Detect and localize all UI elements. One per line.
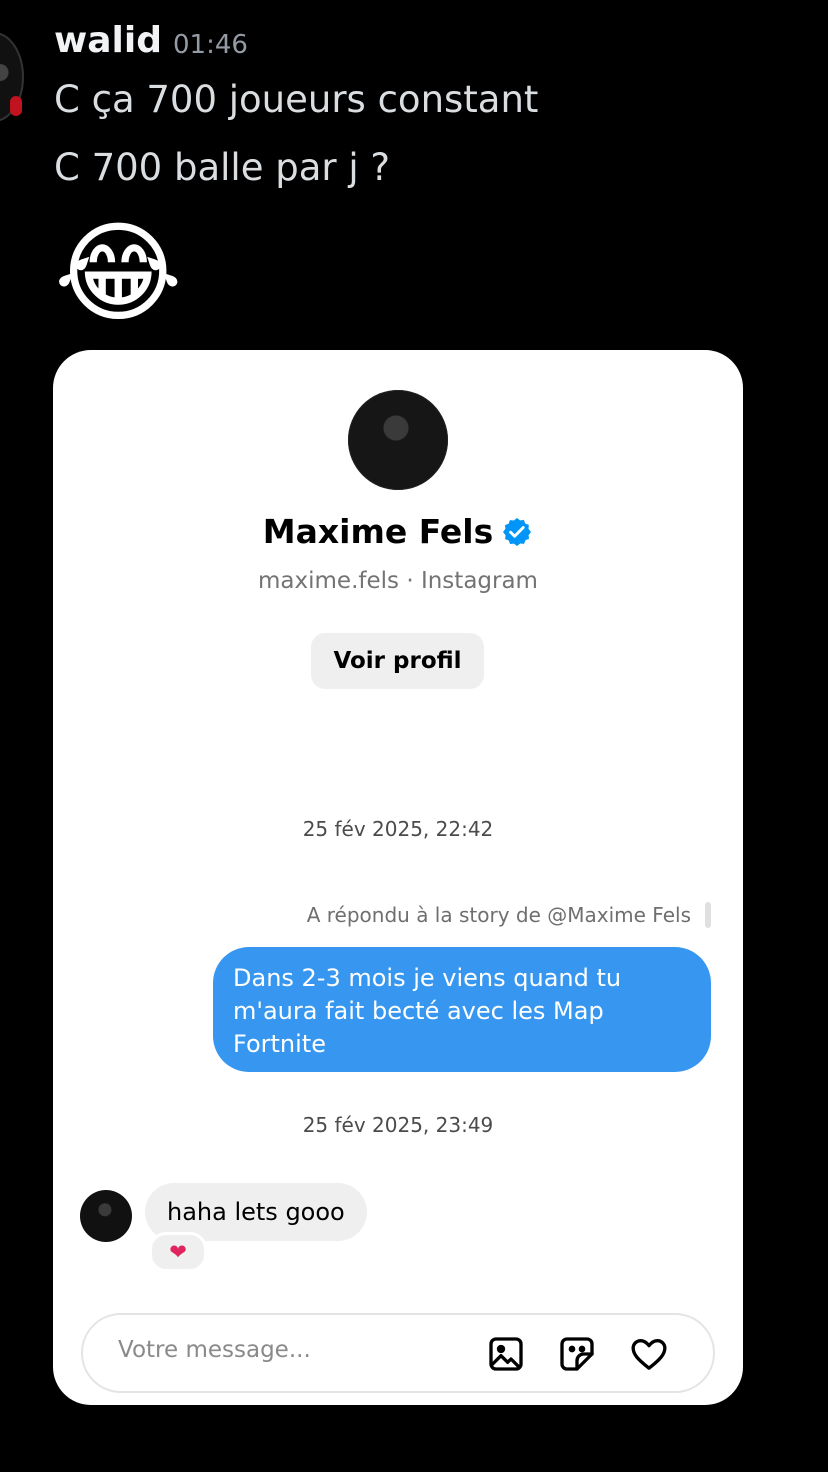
message-input[interactable]: Votre message... (81, 1313, 715, 1393)
message-line-2: C 700 balle par j ? (54, 146, 391, 189)
story-reply-bar (705, 902, 711, 928)
message-author[interactable]: walid (54, 20, 162, 61)
user-avatar[interactable] (0, 32, 24, 122)
sticker-icon[interactable] (557, 1334, 597, 1374)
profile-name-row: Maxime Fels (53, 512, 743, 551)
timestamp-2: 25 fév 2025, 23:49 (302, 1113, 494, 1137)
sent-message-bubble[interactable]: Dans 2-3 mois je viens quand tu m'aura f… (213, 947, 711, 1072)
laughing-emoji: 😂 (54, 209, 183, 337)
instagram-dm-screenshot[interactable]: Maxime Fels maxime.fels · Instagram Voir… (53, 350, 743, 1405)
heart-reaction-icon[interactable]: ❤ (149, 1232, 207, 1272)
sender-avatar (80, 1190, 132, 1242)
message-time: 01:46 (173, 30, 248, 60)
profile-handle: maxime.fels · Instagram (258, 568, 538, 594)
verified-badge-icon (501, 516, 533, 548)
message-line-1: C ça 700 joueurs constant (54, 78, 539, 121)
photo-icon[interactable] (486, 1334, 526, 1374)
view-profile-button[interactable]: Voir profil (311, 633, 484, 689)
profile-name: Maxime Fels (262, 512, 494, 551)
story-reply-label: A répondu à la story de @Maxime Fels (306, 903, 691, 927)
message-input-placeholder: Votre message... (118, 1337, 311, 1363)
timestamp-1: 25 fév 2025, 22:42 (302, 817, 494, 841)
heart-icon[interactable] (629, 1334, 669, 1374)
profile-avatar (348, 390, 448, 490)
